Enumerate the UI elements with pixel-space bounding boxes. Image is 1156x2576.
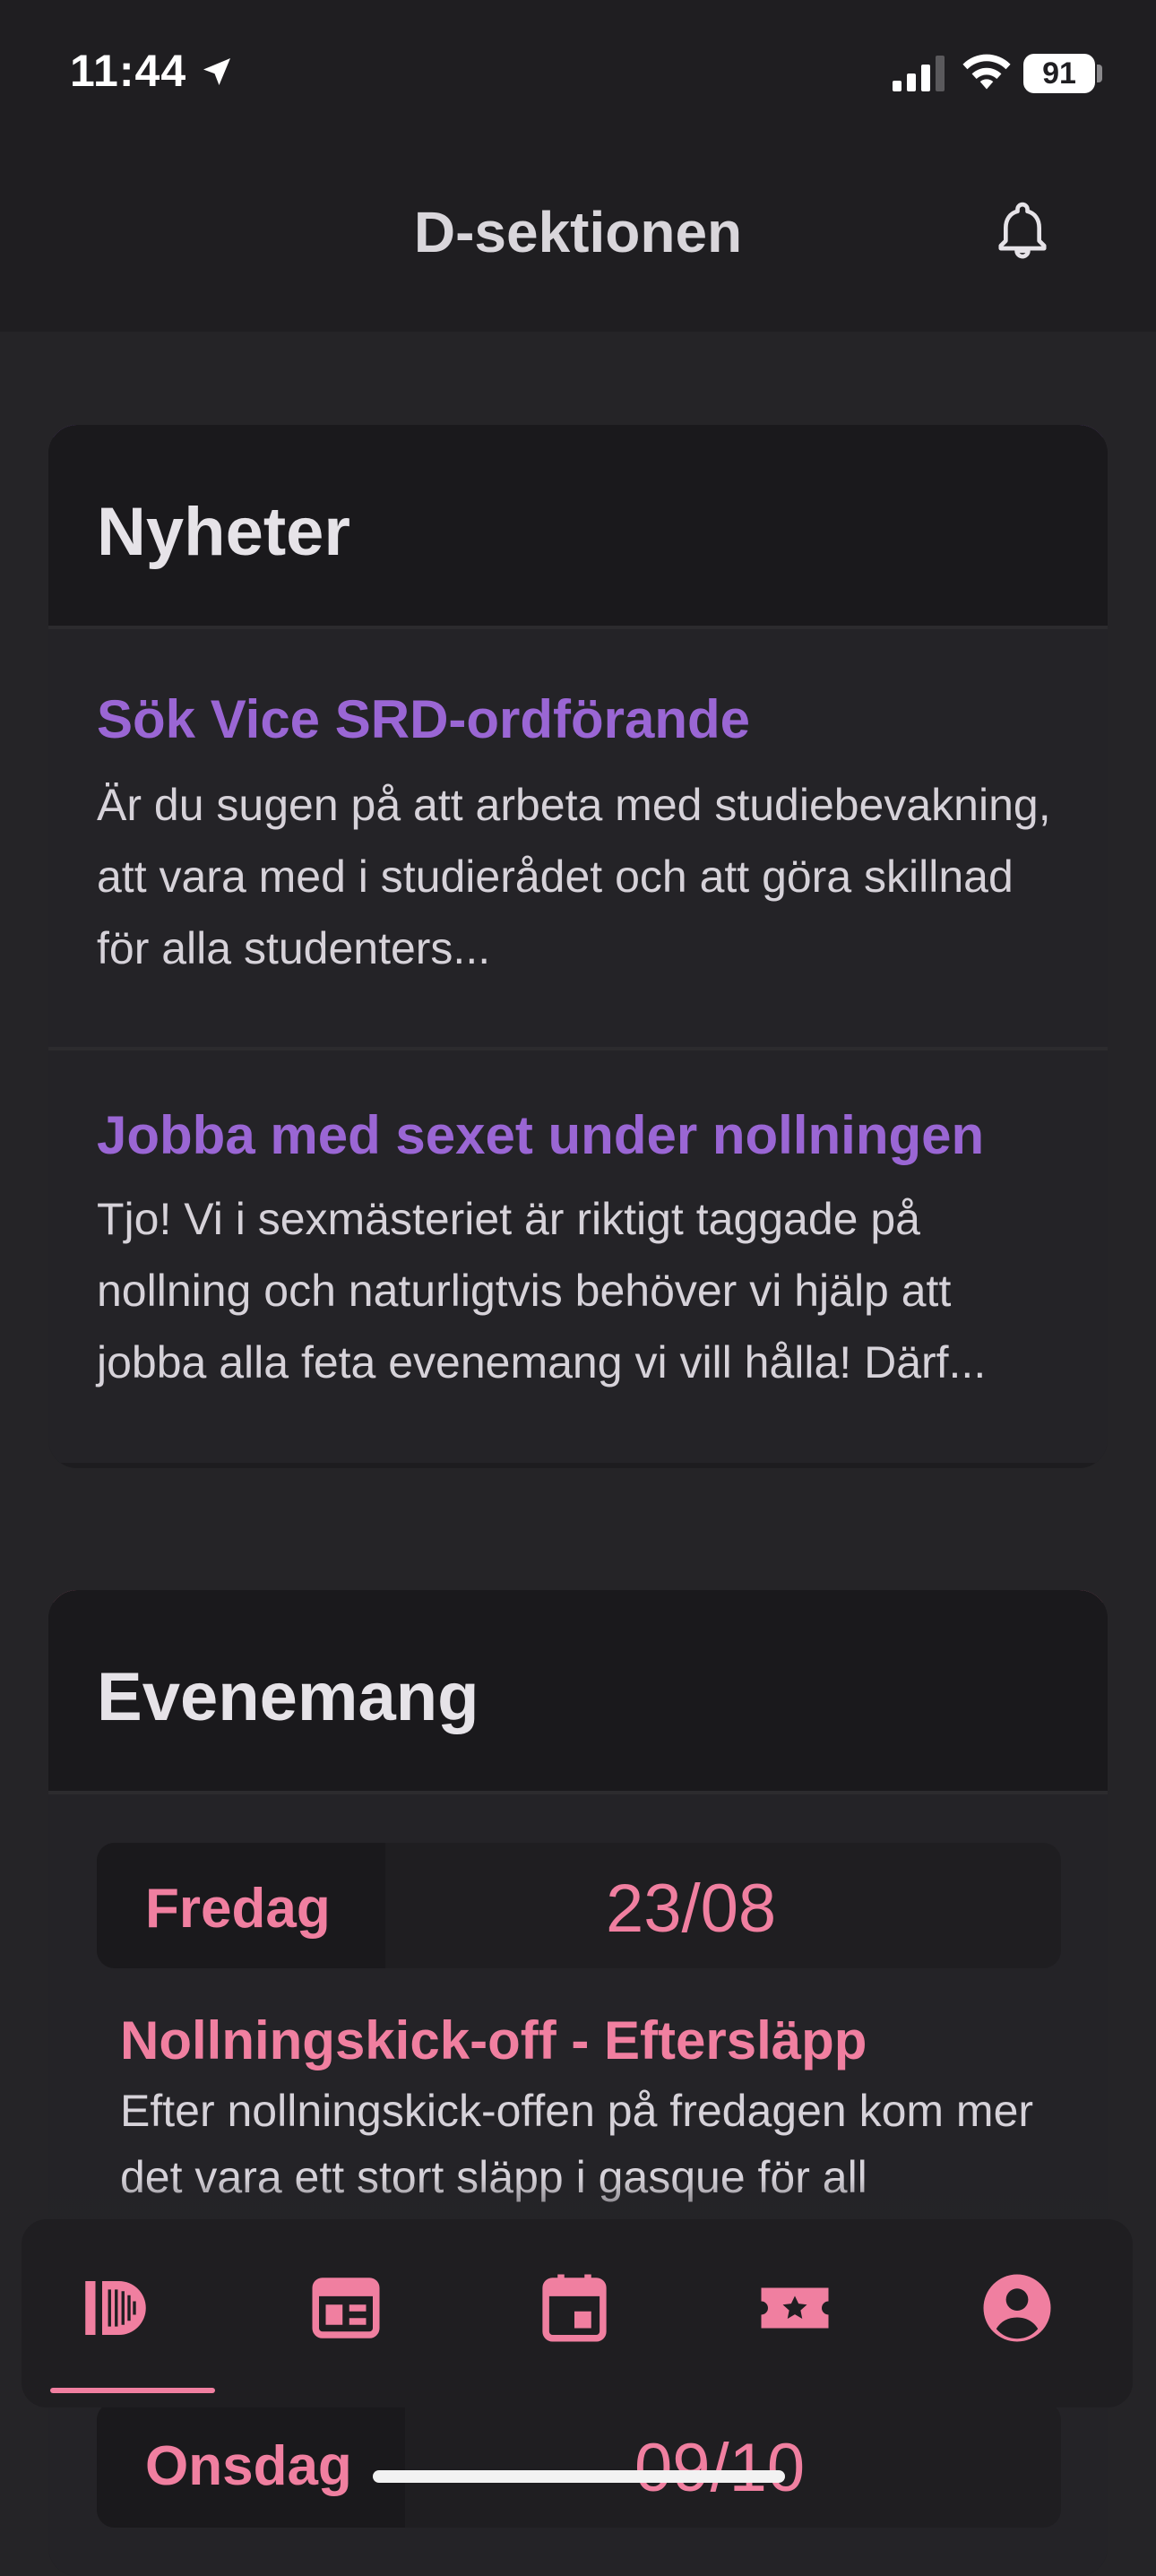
nav-item-home[interactable] xyxy=(22,2219,210,2407)
d-logo-icon xyxy=(85,2281,146,2335)
home-indicator xyxy=(373,2470,785,2483)
cellular-signal-icon xyxy=(893,56,945,91)
page-title: D-sektionen xyxy=(413,200,743,264)
event-date: 23/08 xyxy=(606,1871,777,1947)
events-heading: Evenemang xyxy=(97,1659,479,1735)
nav-item-tickets[interactable] xyxy=(701,2219,889,2407)
nav-item-calendar[interactable] xyxy=(480,2219,669,2407)
news-item-title[interactable]: Sök Vice SRD-ordförande xyxy=(97,688,750,750)
event-day-chip: Fredag xyxy=(97,1843,385,1968)
app-header: D-sektionen xyxy=(0,143,1156,332)
event-day: Fredag xyxy=(145,1878,331,1940)
battery-cap xyxy=(1097,65,1102,82)
nav-item-profile[interactable] xyxy=(923,2219,1111,2407)
event-title[interactable]: Nollningskick-off - Eftersläpp xyxy=(120,2010,867,2071)
battery-level: 91 xyxy=(1042,56,1076,91)
events-header: Evenemang xyxy=(48,1590,1108,1791)
news-item[interactable]: Sök Vice SRD-ordförande Är du sugen på a… xyxy=(48,629,1108,1047)
news-item-title[interactable]: Jobba med sexet under nollningen xyxy=(97,1104,984,1166)
news-card: Nyheter Sök Vice SRD-ordförande Är du su… xyxy=(48,425,1108,1468)
newspaper-icon xyxy=(312,2278,380,2338)
news-heading: Nyheter xyxy=(97,494,350,570)
event-date-row[interactable]: Onsdag 09/10 xyxy=(97,2402,1061,2528)
status-time: 11:44 xyxy=(70,46,187,96)
ticket-star-icon xyxy=(761,2287,829,2329)
calendar-icon xyxy=(542,2274,607,2342)
news-item-body: Tjo! Vi i sexmästeriet är riktigt taggad… xyxy=(97,1194,987,1387)
battery-indicator: 91 xyxy=(1023,54,1095,93)
event-date: 09/10 xyxy=(634,2430,806,2506)
news-item[interactable]: Jobba med sexet under nollningen Tjo! Vi… xyxy=(48,1050,1108,1463)
event-day: Onsdag xyxy=(145,2435,352,2497)
status-bar: 11:44 91 xyxy=(0,0,1156,143)
news-item-body: Är du sugen på att arbeta med studiebeva… xyxy=(97,780,1051,973)
account-icon xyxy=(983,2274,1051,2342)
bell-icon[interactable] xyxy=(991,199,1054,262)
bottom-navigation xyxy=(22,2219,1133,2407)
event-day-chip: Onsdag xyxy=(97,2402,405,2528)
wifi-icon xyxy=(962,54,1011,90)
location-arrow-icon xyxy=(203,58,230,85)
event-date-row: Fredag 23/08 xyxy=(97,1843,1061,1968)
nav-item-news[interactable] xyxy=(252,2219,440,2407)
active-tab-indicator xyxy=(50,2388,215,2393)
news-header: Nyheter xyxy=(48,425,1108,626)
